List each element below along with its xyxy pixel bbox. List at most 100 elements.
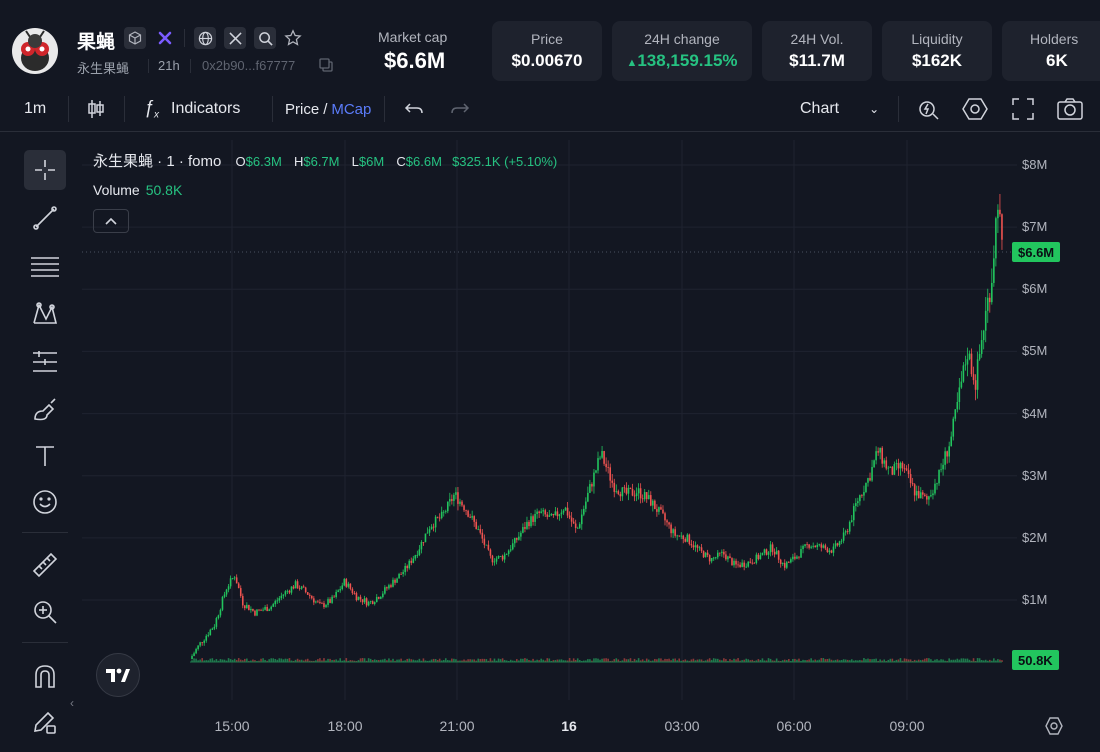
- high-key: H: [293, 154, 304, 169]
- candle-body: [516, 538, 518, 540]
- website-globe-icon[interactable]: [194, 27, 216, 49]
- candle-body: [855, 503, 857, 507]
- candle-body: [511, 543, 514, 550]
- candle-body: [982, 330, 985, 341]
- settings-hexagon-icon[interactable]: [962, 88, 988, 130]
- brush-icon[interactable]: [24, 390, 66, 430]
- favorite-star-icon[interactable]: [282, 27, 304, 49]
- candle-body: [749, 561, 752, 563]
- candles-icon[interactable]: [86, 88, 106, 130]
- candle-body: [386, 587, 388, 589]
- chain-logo-icon: [154, 27, 176, 49]
- candle-body: [700, 547, 703, 551]
- candle-body: [954, 409, 957, 419]
- candle-body: [999, 209, 1001, 215]
- candle-body: [203, 640, 206, 643]
- contract-address[interactable]: 0x2b90...f67777: [202, 58, 295, 73]
- candle-body: [680, 535, 683, 537]
- interval-button[interactable]: 1m: [24, 88, 46, 130]
- fullscreen-icon[interactable]: [1012, 88, 1034, 130]
- trend-line-icon[interactable]: [24, 198, 66, 238]
- collapse-legend-button[interactable]: [93, 209, 129, 233]
- candle-body: [913, 484, 916, 496]
- volume-bar: [828, 658, 831, 662]
- volume-bar: [597, 658, 599, 662]
- candle-body: [991, 282, 993, 303]
- candle-body: [911, 483, 914, 485]
- candle-body: [848, 522, 851, 532]
- candle-body: [812, 545, 814, 547]
- candle-body: [658, 507, 660, 512]
- lock-pencil-icon[interactable]: [24, 702, 66, 742]
- volume-bar: [660, 658, 662, 662]
- camera-screenshot-icon[interactable]: [1057, 88, 1083, 130]
- search-icon[interactable]: [254, 27, 276, 49]
- chart-canvas[interactable]: [82, 140, 1100, 752]
- price-option[interactable]: Price: [285, 101, 319, 118]
- price-chart[interactable]: [82, 140, 1100, 752]
- replay-lightning-icon[interactable]: [917, 88, 941, 130]
- candle-body: [353, 593, 356, 594]
- candle-body: [302, 586, 305, 588]
- candle-body: [692, 545, 695, 548]
- collapse-sidebar-icon[interactable]: ‹: [70, 696, 74, 710]
- divider: [272, 96, 273, 122]
- candle-body: [241, 596, 244, 606]
- pattern-icon[interactable]: [24, 294, 66, 334]
- price-mcap-toggle[interactable]: Price / MCap: [285, 88, 371, 130]
- chart-type-dropdown[interactable]: Chart ⌄: [800, 88, 879, 130]
- candle-body: [209, 629, 212, 636]
- magnet-icon[interactable]: [24, 656, 66, 696]
- divider: [22, 532, 68, 533]
- candle-body: [250, 608, 252, 611]
- measure-lines-icon[interactable]: [24, 342, 66, 382]
- volume-bar: [820, 658, 823, 662]
- candle-body: [806, 544, 808, 546]
- undo-icon[interactable]: [404, 88, 424, 130]
- ruler-icon[interactable]: [24, 545, 66, 585]
- stat-value: 6K: [1046, 51, 1068, 70]
- candle-body: [432, 526, 435, 528]
- stat-value: $162K: [911, 51, 963, 70]
- copy-icon[interactable]: [319, 58, 333, 77]
- candle-body: [863, 492, 865, 496]
- candle-body: [635, 493, 638, 496]
- candle-body: [467, 510, 469, 517]
- volume-bar: [576, 658, 579, 662]
- indicators-button[interactable]: ƒx Indicators: [144, 88, 240, 130]
- emoji-icon[interactable]: [24, 482, 66, 522]
- candle-body: [327, 599, 329, 605]
- fib-levels-icon[interactable]: [24, 246, 66, 286]
- cube-icon[interactable]: [124, 27, 146, 49]
- candle-body: [887, 467, 890, 469]
- candle-body: [688, 534, 691, 544]
- volume-bar: [623, 658, 626, 662]
- text-tool-icon[interactable]: [24, 436, 66, 476]
- token-age: 21h: [158, 58, 180, 73]
- stat-label: Holders: [1030, 31, 1079, 47]
- redo-icon[interactable]: [450, 88, 470, 130]
- mcap-option[interactable]: MCap: [331, 101, 371, 118]
- volume-bar: [278, 658, 281, 662]
- candle-body: [652, 500, 654, 506]
- x-twitter-icon[interactable]: [224, 27, 246, 49]
- candle-body: [414, 555, 417, 559]
- candle-body: [493, 561, 496, 563]
- volume-bar: [270, 658, 272, 662]
- volume-bar: [708, 658, 711, 662]
- candle-body: [254, 610, 256, 616]
- candle-body: [384, 587, 386, 594]
- candle-body: [560, 512, 563, 515]
- crosshair-icon[interactable]: [24, 150, 66, 190]
- stat-price: Price $0.00670: [492, 21, 602, 81]
- token-avatar[interactable]: [12, 28, 58, 74]
- candle-body: [451, 499, 453, 501]
- candle-body: [915, 491, 918, 496]
- axis-settings-icon[interactable]: [1044, 716, 1064, 741]
- price-axis-label: $7M: [1022, 219, 1048, 235]
- zoom-in-icon[interactable]: [24, 592, 66, 632]
- tradingview-logo[interactable]: [96, 653, 140, 697]
- candle-body: [341, 585, 344, 590]
- volume-bar: [899, 658, 902, 662]
- candle-body: [392, 579, 394, 587]
